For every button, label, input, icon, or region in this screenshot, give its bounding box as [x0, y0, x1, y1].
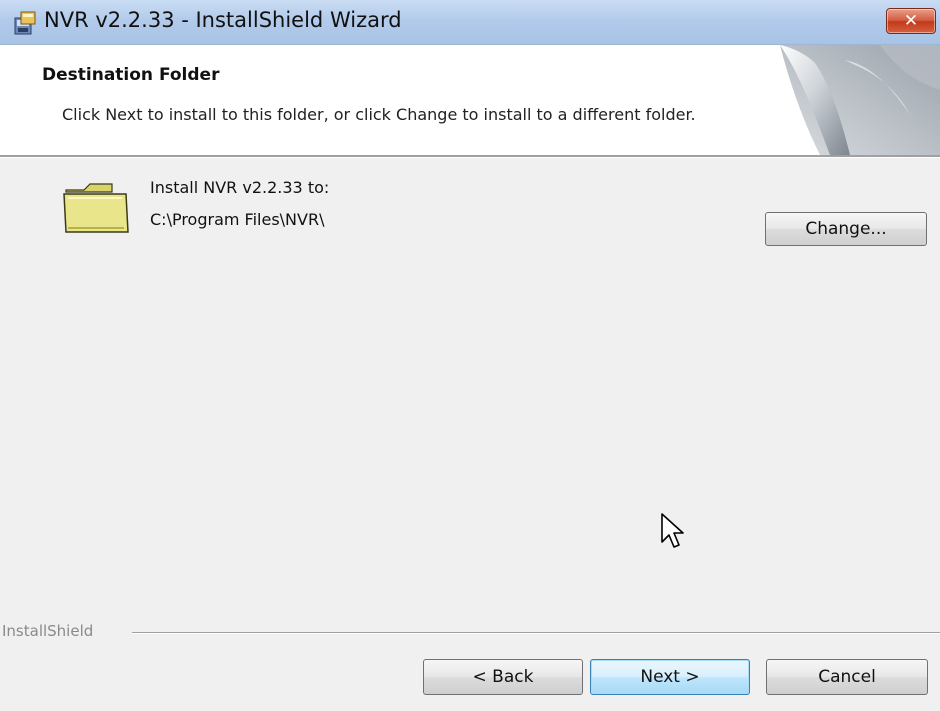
header-banner: Destination Folder Click Next to install…	[0, 45, 940, 155]
change-button[interactable]: Change...	[765, 212, 927, 246]
back-button[interactable]: < Back	[423, 659, 583, 695]
installshield-brand-label: InstallShield	[2, 622, 94, 640]
header-divider	[0, 155, 940, 158]
page-subtitle: Click Next to install to this folder, or…	[62, 105, 696, 124]
install-to-label: Install NVR v2.2.33 to:	[150, 178, 330, 197]
title-bar[interactable]: NVR v2.2.33 - InstallShield Wizard ✕	[0, 0, 940, 45]
page-title: Destination Folder	[42, 65, 220, 85]
close-icon: ✕	[903, 11, 919, 31]
folder-icon	[63, 183, 129, 233]
page-curl-graphic	[780, 45, 940, 155]
installer-window: NVR v2.2.33 - InstallShield Wizard ✕ Des…	[0, 0, 940, 711]
installer-app-icon	[12, 10, 38, 36]
mouse-pointer-icon	[661, 513, 684, 548]
window-title: NVR v2.2.33 - InstallShield Wizard	[44, 8, 402, 32]
next-button[interactable]: Next >	[590, 659, 750, 695]
cancel-button[interactable]: Cancel	[766, 659, 928, 695]
close-button[interactable]: ✕	[886, 8, 936, 34]
footer-divider	[132, 632, 940, 634]
destination-path: C:\Program Files\NVR\	[150, 210, 325, 229]
